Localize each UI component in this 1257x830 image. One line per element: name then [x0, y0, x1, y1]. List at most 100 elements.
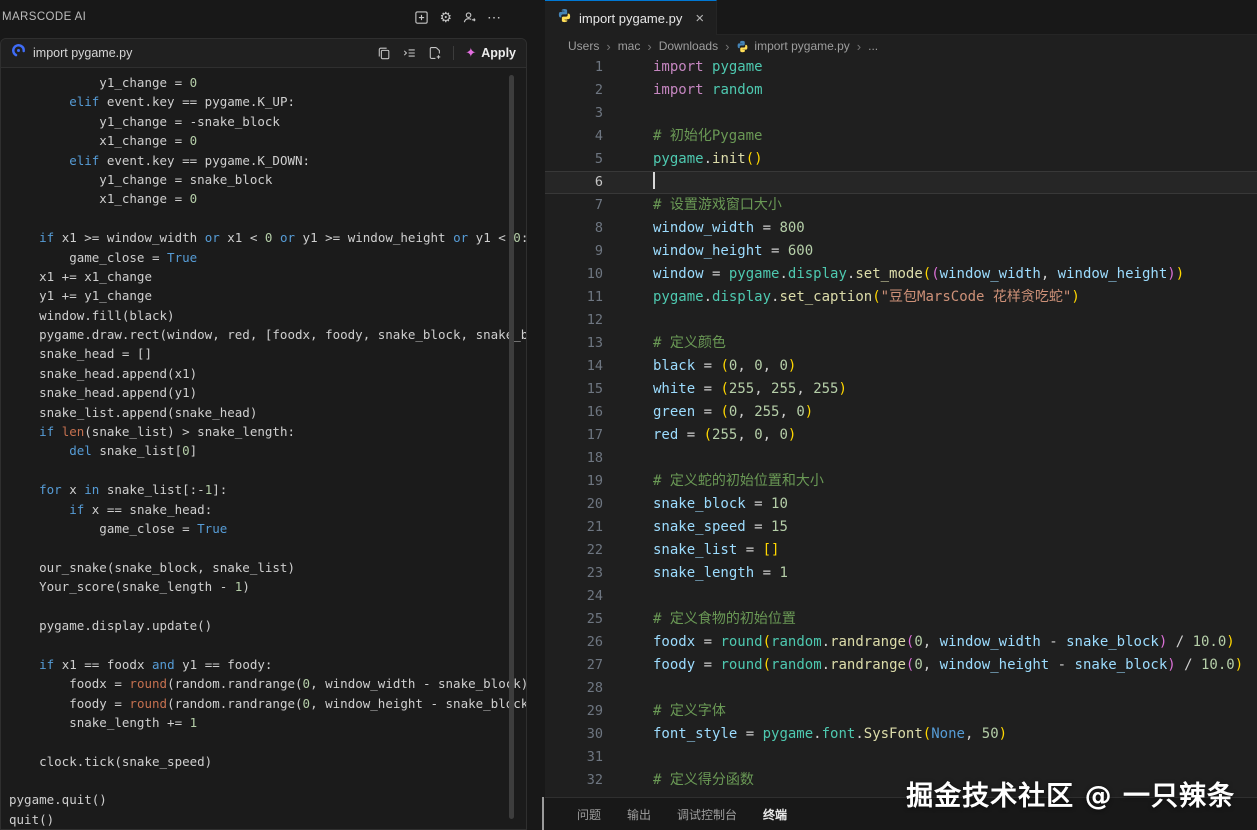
code-token: pygame.draw.rect(window, red, [foodx, fo… — [9, 327, 526, 342]
line-content: snake_list = [] — [628, 539, 779, 562]
code-token: round — [129, 696, 167, 711]
editor-line[interactable]: 29# 定义字体 — [545, 700, 1257, 723]
apply-button[interactable]: ✦ Apply — [465, 45, 516, 61]
code-token: ]: — [212, 482, 227, 497]
bottom-tab[interactable]: 终端 — [763, 806, 787, 823]
breadcrumb-item[interactable]: import pygame.py — [736, 39, 849, 53]
line-number: 31 — [545, 746, 628, 769]
editor-line[interactable]: 23snake_length = 1 — [545, 562, 1257, 585]
editor-line[interactable]: 11pygame.display.set_caption("豆包MarsCode… — [545, 286, 1257, 309]
line-number: 5 — [545, 148, 628, 171]
code-token: (snake_list) > snake_length: — [84, 424, 295, 439]
code-token: y1_change = -snake_block — [9, 114, 280, 129]
settings-gear-icon[interactable]: ⚙ — [439, 10, 452, 24]
code-token: / — [1176, 657, 1201, 673]
editor-line[interactable]: 13# 定义颜色 — [545, 332, 1257, 355]
editor-line[interactable]: 14black = (0, 0, 0) — [545, 355, 1257, 378]
editor-line[interactable]: 15white = (255, 255, 255) — [545, 378, 1257, 401]
editor-line[interactable]: 22snake_list = [] — [545, 539, 1257, 562]
editor-line[interactable]: 2import random — [545, 79, 1257, 102]
toolbar-divider — [453, 46, 454, 60]
code-token: - — [1041, 634, 1066, 650]
chat-code-line — [9, 771, 512, 790]
code-token: = — [737, 542, 762, 558]
bottom-tab[interactable]: 输出 — [627, 806, 651, 823]
editor-line[interactable]: 21snake_speed = 15 — [545, 516, 1257, 539]
chat-code-block: import pygame.py — [0, 38, 527, 830]
breadcrumb-item[interactable]: mac — [618, 39, 641, 53]
code-token: x1 < — [220, 230, 265, 245]
chat-code-scrollbar[interactable] — [509, 75, 514, 819]
editor-line[interactable]: 8window_width = 800 — [545, 217, 1257, 240]
editor-line[interactable]: 4# 初始化Pygame — [545, 125, 1257, 148]
editor-line[interactable]: 19# 定义蛇的初始位置和大小 — [545, 470, 1257, 493]
editor-line[interactable]: 1import pygame — [545, 56, 1257, 79]
breadcrumb-label: import pygame.py — [754, 39, 849, 53]
chat-code-line: our_snake(snake_block, snake_list) — [9, 558, 512, 577]
editor-tab-bar: import pygame.py × — [545, 0, 1257, 35]
editor-line[interactable]: 16green = (0, 255, 0) — [545, 401, 1257, 424]
editor-line[interactable]: 9window_height = 600 — [545, 240, 1257, 263]
code-token: . — [704, 151, 712, 167]
code-token: ) — [1071, 289, 1079, 305]
editor-line[interactable]: 18 — [545, 447, 1257, 470]
line-number: 28 — [545, 677, 628, 700]
editor-line[interactable]: 7# 设置游戏窗口大小 — [545, 194, 1257, 217]
breadcrumb-item[interactable]: Downloads — [659, 39, 718, 53]
code-token — [9, 94, 69, 109]
code-token: , — [763, 427, 780, 443]
tab-import-pygame[interactable]: import pygame.py × — [545, 0, 717, 35]
editor-line[interactable]: 10window = pygame.display.set_mode((wind… — [545, 263, 1257, 286]
code-token: snake_block — [1066, 634, 1159, 650]
insert-at-cursor-icon[interactable] — [402, 46, 417, 60]
code-token: foody — [653, 657, 695, 673]
code-token: pygame — [653, 151, 704, 167]
code-token: # 定义蛇的初始位置和大小 — [653, 473, 824, 489]
editor-line[interactable]: 20snake_block = 10 — [545, 493, 1257, 516]
code-token: (random.randrange( — [167, 676, 302, 691]
editor-line[interactable]: 25# 定义食物的初始位置 — [545, 608, 1257, 631]
editor-line[interactable]: 30font_style = pygame.font.SysFont(None,… — [545, 723, 1257, 746]
editor-line[interactable]: 5pygame.init() — [545, 148, 1257, 171]
code-token: foodx — [653, 634, 695, 650]
code-token: y1 >= window_height — [295, 230, 453, 245]
copy-icon[interactable] — [377, 46, 391, 60]
code-token: 0 — [513, 230, 521, 245]
editor-line[interactable]: 31 — [545, 746, 1257, 769]
code-token: = — [704, 266, 729, 282]
ai-chat-panel: MARSCODE AI ⚙ ⋯ — [0, 0, 545, 830]
new-chat-icon[interactable] — [414, 10, 429, 25]
new-file-icon[interactable] — [428, 46, 442, 60]
line-content — [628, 746, 653, 769]
code-token: () — [746, 151, 763, 167]
breadcrumb-item[interactable]: ... — [868, 39, 878, 53]
code-token: True — [197, 521, 227, 536]
line-number: 23 — [545, 562, 628, 585]
panel-resize-sash[interactable] — [542, 797, 544, 830]
chat-code-line — [9, 538, 512, 557]
editor-line[interactable]: 28 — [545, 677, 1257, 700]
code-token: round — [720, 657, 762, 673]
breadcrumb-item[interactable]: Users — [568, 39, 599, 53]
tab-close-icon[interactable]: × — [695, 11, 704, 26]
bottom-tab[interactable]: 调试控制台 — [677, 806, 737, 823]
account-share-icon[interactable] — [462, 10, 477, 25]
editor-line[interactable]: 26foodx = round(random.randrange(0, wind… — [545, 631, 1257, 654]
editor-line[interactable]: 24 — [545, 585, 1257, 608]
bottom-tab[interactable]: 问题 — [577, 806, 601, 823]
code-token: , — [737, 404, 754, 420]
editor-line[interactable]: 17red = (255, 0, 0) — [545, 424, 1257, 447]
code-token: # 初始化Pygame — [653, 128, 762, 144]
editor-line-current[interactable]: 6 — [545, 171, 1257, 194]
code-token: = — [746, 519, 771, 535]
editor-line[interactable]: 12 — [545, 309, 1257, 332]
more-actions-icon[interactable]: ⋯ — [487, 10, 501, 24]
editor-line[interactable]: 27foody = round(random.randrange(0, wind… — [545, 654, 1257, 677]
line-number: 15 — [545, 378, 628, 401]
editor-code-area[interactable]: 1import pygame2import random34# 初始化Pygam… — [545, 56, 1257, 797]
editor-panel: import pygame.py × Users›mac›Downloads›i… — [545, 0, 1257, 830]
line-content: # 初始化Pygame — [628, 125, 762, 148]
code-token: ( — [720, 358, 728, 374]
code-token: ( — [931, 266, 939, 282]
editor-line[interactable]: 3 — [545, 102, 1257, 125]
